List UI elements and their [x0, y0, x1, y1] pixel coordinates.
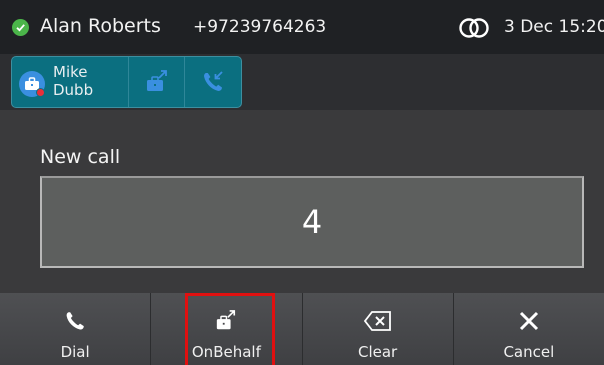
contact-name: Mike Dubb — [53, 63, 123, 99]
shortcut-group: Mike Dubb — [11, 56, 242, 108]
dial-area: New call 4 — [0, 110, 604, 293]
shortcut-bar: Mike Dubb — [0, 54, 604, 110]
contact-last-name: Dubb — [53, 81, 94, 99]
close-icon — [518, 309, 540, 333]
briefcase-transfer-icon — [214, 309, 238, 333]
clear-label: Clear — [358, 343, 398, 361]
phone-incoming-icon — [204, 71, 223, 91]
contact-shortcut[interactable]: Mike Dubb — [12, 57, 130, 107]
clear-button[interactable]: Clear — [303, 293, 454, 365]
check-circle-icon — [12, 19, 29, 36]
dial-button[interactable]: Dial — [0, 293, 152, 365]
status-bar: Alan Roberts +97239764263 3 Dec 15:20 — [0, 0, 604, 54]
linked-rings-icon — [459, 18, 489, 38]
caller-name: Alan Roberts — [40, 15, 161, 37]
incoming-call-shortcut-button[interactable] — [185, 57, 241, 107]
onbehalf-label: OnBehalf — [191, 343, 261, 361]
onbehalf-button[interactable]: OnBehalf — [151, 293, 303, 365]
status-clock: 3 Dec 15:20 — [504, 17, 604, 37]
presence-busy-dot — [36, 88, 45, 97]
cancel-button[interactable]: Cancel — [454, 293, 604, 365]
backspace-icon — [363, 309, 393, 333]
dialed-number: 4 — [301, 203, 323, 241]
contact-briefcase-icon — [19, 71, 45, 97]
phone-icon — [64, 309, 86, 333]
contact-first-name: Mike — [53, 63, 88, 81]
onbehalf-shortcut-button[interactable] — [129, 57, 186, 107]
dial-input[interactable]: 4 — [40, 176, 584, 268]
cancel-label: Cancel — [503, 343, 555, 361]
caller-number: +97239764263 — [193, 17, 327, 37]
softkey-bar: Dial OnBehalf Clear Cancel — [0, 293, 604, 365]
briefcase-transfer-icon — [146, 70, 167, 91]
new-call-label: New call — [40, 146, 121, 168]
dial-label: Dial — [60, 343, 90, 361]
